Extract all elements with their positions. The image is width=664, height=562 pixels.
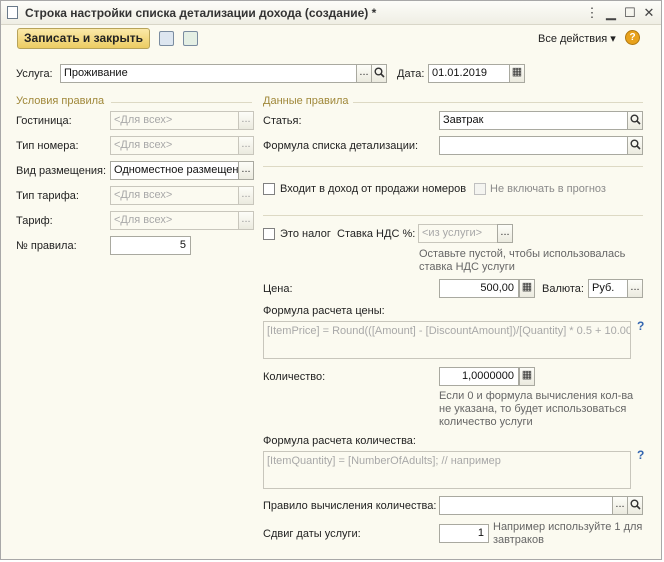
price-label: Цена: xyxy=(263,283,293,295)
rate-label: Тариф: xyxy=(16,215,53,227)
no-forecast-label: Не включать в прогноз xyxy=(490,183,606,195)
help-icon[interactable]: ? xyxy=(625,30,640,45)
room-type-input[interactable]: <Для всех> xyxy=(110,136,239,155)
room-type-label: Тип номера: xyxy=(16,140,79,152)
more-icon[interactable]: ⋮ xyxy=(584,5,600,21)
maximize-button[interactable]: ☐ xyxy=(622,5,638,21)
date-input[interactable]: 01.01.2019 xyxy=(428,64,510,83)
room-type-select-button[interactable]: ... xyxy=(238,136,254,155)
income-rooms-label: Входит в доход от продажи номеров xyxy=(280,183,467,195)
quantity-rule-search-icon[interactable] xyxy=(627,496,643,515)
article-input[interactable]: Завтрак xyxy=(439,111,628,130)
date-shift-hint: Например используйте 1 для завтраков xyxy=(493,521,643,546)
window: Строка настройки списка детализации дохо… xyxy=(0,0,662,560)
quantity-rule-select-button[interactable]: ... xyxy=(612,496,628,515)
price-calculator-icon[interactable]: ▦ xyxy=(519,279,535,298)
rate-select-button[interactable]: ... xyxy=(238,211,254,230)
rule-data-title: Данные правила xyxy=(263,95,349,107)
conditions-divider xyxy=(111,102,252,103)
price-input[interactable]: 500,00 xyxy=(439,279,519,298)
no-forecast-checkbox[interactable] xyxy=(474,183,486,195)
rule-data-divider xyxy=(353,102,643,103)
rule-no-input[interactable]: 5 xyxy=(110,236,191,255)
save-icon[interactable] xyxy=(159,31,174,46)
formula-list-input[interactable] xyxy=(439,136,628,155)
conditions-title: Условия правила xyxy=(16,95,105,107)
minimize-button[interactable]: ▁ xyxy=(603,5,619,21)
date-label: Дата: xyxy=(397,68,425,80)
tax-label: Это налог xyxy=(280,228,331,240)
divider-1 xyxy=(263,166,643,167)
currency-select-button[interactable]: ... xyxy=(627,279,643,298)
vat-select-button[interactable]: ... xyxy=(497,224,513,243)
currency-input[interactable]: Руб. xyxy=(588,279,628,298)
divider-2 xyxy=(263,215,643,216)
quantity-formula-help-icon[interactable]: ? xyxy=(637,448,644,462)
window-title: Строка настройки списка детализации дохо… xyxy=(25,6,377,20)
article-search-icon[interactable] xyxy=(627,111,643,130)
date-shift-label: Сдвиг даты услуги: xyxy=(263,528,361,540)
rate-type-label: Тип тарифа: xyxy=(16,190,79,202)
rate-type-select-button[interactable]: ... xyxy=(238,186,254,205)
date-shift-input[interactable]: 1 xyxy=(439,524,489,543)
service-label: Услуга: xyxy=(16,68,53,80)
accommodation-label: Вид размещения: xyxy=(16,165,107,177)
hotel-input[interactable]: <Для всех> xyxy=(110,111,239,130)
close-button[interactable]: ✕ xyxy=(641,5,657,21)
quantity-rule-input[interactable] xyxy=(439,496,613,515)
document-icon xyxy=(7,6,18,19)
accommodation-input[interactable]: Одноместное размещен xyxy=(110,161,239,180)
price-formula-label: Формула расчета цены: xyxy=(263,305,385,317)
price-formula-textarea[interactable]: [ItemPrice] = Round(([Amount] - [Discoun… xyxy=(263,321,631,359)
service-select-button[interactable]: ... xyxy=(356,64,372,83)
save-close-button[interactable]: Записать и закрыть xyxy=(17,28,150,49)
quantity-hint: Если 0 и формула вычисления кол-ва не ук… xyxy=(439,390,634,428)
quantity-rule-label: Правило вычисления количества: xyxy=(263,500,437,512)
accommodation-select-button[interactable]: ... xyxy=(238,161,254,180)
all-actions-menu[interactable]: Все действия ▾ xyxy=(538,32,616,45)
hotel-select-button[interactable]: ... xyxy=(238,111,254,130)
currency-label: Валюта: xyxy=(542,283,584,295)
service-search-icon[interactable] xyxy=(371,64,387,83)
rate-type-input[interactable]: <Для всех> xyxy=(110,186,239,205)
formula-list-label: Формула списка детализации: xyxy=(263,140,419,152)
quantity-formula-label: Формула расчета количества: xyxy=(263,435,416,447)
service-input[interactable]: Проживание xyxy=(60,64,357,83)
rate-input[interactable]: <Для всех> xyxy=(110,211,239,230)
income-rooms-checkbox[interactable] xyxy=(263,183,275,195)
vat-input[interactable]: <из услуги> xyxy=(418,224,498,243)
vat-label: Ставка НДС %: xyxy=(337,228,416,240)
vat-hint: Оставьте пустой, чтобы использовалась ст… xyxy=(419,248,626,273)
calendar-icon[interactable]: ▦ xyxy=(509,64,525,83)
tax-checkbox[interactable] xyxy=(263,228,275,240)
title-bar: Строка настройки списка детализации дохо… xyxy=(1,1,661,25)
article-label: Статья: xyxy=(263,115,302,127)
quantity-input[interactable]: 1,0000000 xyxy=(439,367,519,386)
refresh-icon[interactable] xyxy=(183,31,198,46)
hotel-label: Гостиница: xyxy=(16,115,72,127)
quantity-formula-textarea[interactable]: [ItemQuantity] = [NumberOfAdults]; // на… xyxy=(263,451,631,489)
formula-list-search-icon[interactable] xyxy=(627,136,643,155)
quantity-label: Количество: xyxy=(263,371,326,383)
price-formula-help-icon[interactable]: ? xyxy=(637,319,644,333)
quantity-calculator-icon[interactable]: ▦ xyxy=(519,367,535,386)
rule-no-label: № правила: xyxy=(16,240,77,252)
